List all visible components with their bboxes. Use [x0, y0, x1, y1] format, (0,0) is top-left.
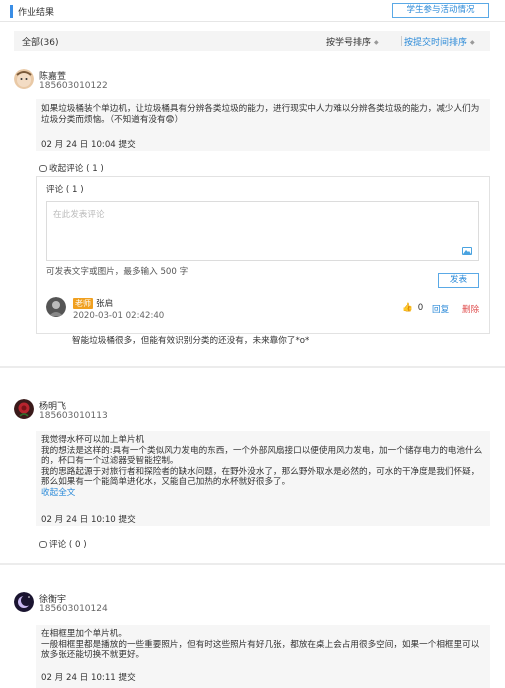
moon-avatar-icon [14, 592, 34, 612]
image-glyph [463, 250, 471, 254]
reply-time: 2020-03-01 02:42:40 [73, 311, 165, 321]
thumbs-up-icon: 👍 [402, 303, 413, 313]
submission-time: 02 月 24 日 10:11 提交 [41, 673, 136, 683]
collapse-fulltext-link[interactable]: 收起全文 [41, 488, 485, 499]
comment-input[interactable]: 在此发表评论 [46, 201, 479, 261]
submission-box: 如果垃圾桶装个单边机，让垃圾桶具有分辨各类垃圾的能力，进行现实中人力难以分辨各类… [36, 99, 490, 151]
avatar[interactable] [46, 297, 66, 317]
teacher-avatar-icon [46, 297, 66, 317]
comments-label: 评论 ( 0 ) [49, 540, 87, 550]
submission-box: 在相框里加个单片机。 一般相框里都是播放的一些重要照片，但有时这些照片有好几张，… [36, 625, 490, 688]
filter-all-count[interactable]: 全部(36) [22, 35, 58, 48]
submission-line: 一般相框里都是播放的一些重要照片，但有时这些照片有好几张，都放在桌上会占用很多空… [41, 639, 480, 661]
post-comment-button[interactable]: 发表 [438, 273, 479, 288]
post-divider [0, 563, 505, 565]
sort-caret-icon: ◆ [374, 39, 379, 46]
student-participation-button[interactable]: 学生参与活动情况 [392, 3, 489, 18]
sort-bar: 全部(36) 按学号排序 ◆ 按提交时间排序 ◆ [14, 31, 490, 51]
submission-text: 我觉得水杯可以加上单片机 我的想法是这样的:具有一个类似风力发电的东西，一个外部… [41, 435, 485, 498]
header-divider [0, 21, 505, 22]
collapse-comments-label: 收起评论 ( 1 ) [49, 164, 104, 174]
submission-text: 如果垃圾桶装个单边机，让垃圾桶具有分辨各类垃圾的能力，进行现实中人力难以分辨各类… [41, 104, 480, 125]
sort-by-number-button[interactable]: 按学号排序 ◆ [326, 35, 379, 48]
collapse-comments-button[interactable]: 收起评论 ( 1 ) [39, 162, 104, 174]
avatar[interactable] [14, 592, 34, 612]
student-id: 185603010113 [39, 411, 108, 421]
sort-separator [401, 36, 402, 46]
reply-author-name: 张启 [96, 299, 114, 309]
reply-button[interactable]: 回复 [432, 303, 449, 315]
rose-avatar-icon [14, 399, 34, 419]
submission-line: 我觉得水杯可以加上单片机 [41, 435, 145, 445]
baby-avatar-icon [14, 69, 34, 89]
sort-by-time-button[interactable]: 按提交时间排序 ◆ [404, 35, 475, 48]
comment-bubble-icon [39, 165, 47, 172]
sort-by-number-label: 按学号排序 [326, 38, 372, 48]
teacher-badge: 老师 [73, 298, 93, 309]
sort-by-time-label: 按提交时间排序 [404, 38, 468, 48]
comments-button[interactable]: 评论 ( 0 ) [39, 538, 87, 550]
reply-text: 智能垃圾桶很多，但能有效识别分类的还没有，未来靠你了*o* [72, 336, 310, 346]
comment-hint: 可发表文字或图片，最多输入 500 字 [46, 267, 189, 277]
student-id: 185603010122 [39, 81, 108, 91]
submission-line: 我的思路起源于对旅行者和探险者的缺水问题，在野外没水了，那么野外取水是必然的，可… [41, 466, 480, 488]
submission-text: 在相框里加个单片机。 一般相框里都是播放的一些重要照片，但有时这些照片有好几张，… [41, 629, 485, 661]
sort-caret-icon: ◆ [470, 39, 475, 46]
student-id: 185603010124 [39, 604, 108, 614]
comment-panel: 评论 ( 1 ) 在此发表评论 可发表文字或图片，最多输入 500 字 发表 老… [36, 176, 490, 334]
submission-time: 02 月 24 日 10:04 提交 [41, 140, 136, 150]
delete-button[interactable]: 删除 [462, 303, 479, 315]
submission-box: 我觉得水杯可以加上单片机 我的想法是这样的:具有一个类似风力发电的东西，一个外部… [36, 431, 490, 526]
post-divider [0, 366, 505, 368]
like-count: 0 [417, 303, 424, 313]
avatar[interactable] [14, 399, 34, 419]
like-button[interactable]: 👍 0 [402, 303, 423, 313]
reply-author: 老师 张启 [73, 297, 113, 309]
submission-line: 我的想法是这样的:具有一个类似风力发电的东西，一个外部风扇接口以便使用风力发电，… [41, 445, 483, 467]
comment-bubble-icon [39, 541, 47, 548]
comment-placeholder: 在此发表评论 [53, 210, 105, 220]
image-upload-icon[interactable] [462, 247, 472, 255]
avatar[interactable] [14, 69, 34, 89]
page-title: 作业结果 [18, 8, 55, 18]
submission-line: 在相框里加个单片机。 [41, 629, 127, 639]
comment-panel-title: 评论 ( 1 ) [46, 185, 84, 195]
submission-time: 02 月 24 日 10:10 提交 [41, 515, 136, 525]
title-accent-bar [10, 5, 13, 18]
